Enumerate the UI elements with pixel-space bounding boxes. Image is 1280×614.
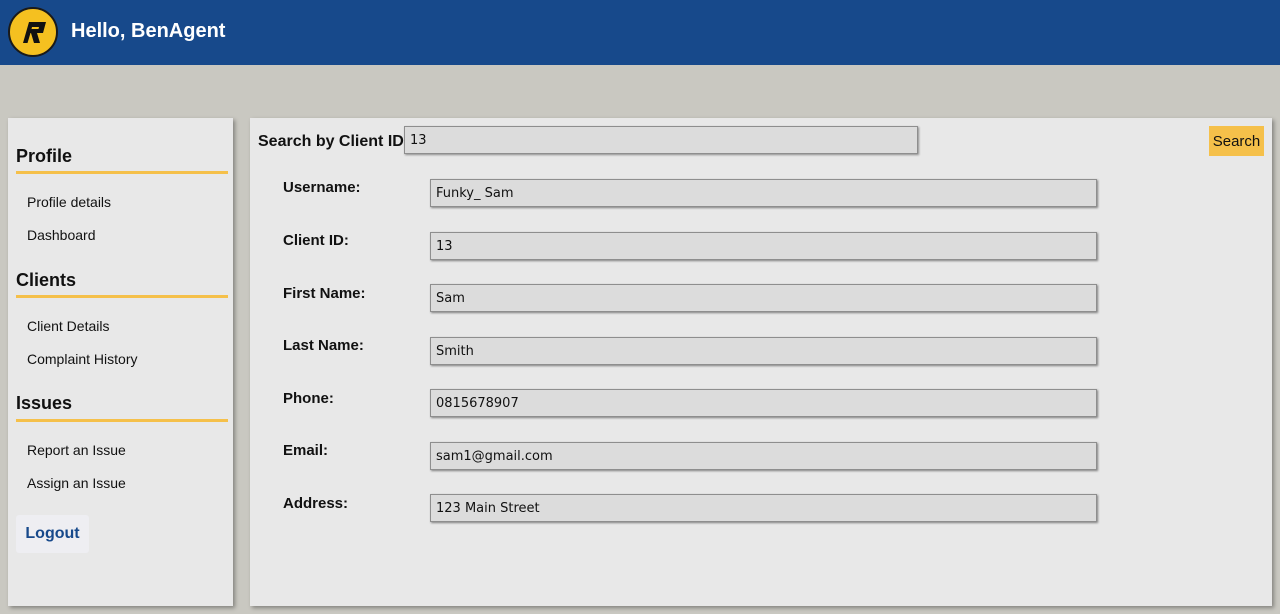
section-divider — [16, 171, 228, 174]
section-divider — [16, 419, 228, 422]
sidebar: Profile Profile details Dashboard Client… — [8, 118, 233, 606]
email-field[interactable] — [430, 442, 1097, 470]
first-name-label: First Name: — [283, 285, 366, 302]
sidebar-item-dashboard[interactable]: Dashboard — [27, 227, 96, 244]
address-label: Address: — [283, 495, 349, 512]
top-header: Hello, BenAgent — [0, 0, 1280, 65]
email-label: Email: — [283, 442, 329, 459]
address-field[interactable] — [430, 494, 1097, 522]
username-field[interactable] — [430, 179, 1097, 207]
sidebar-item-assign-issue[interactable]: Assign an Issue — [27, 475, 126, 492]
last-name-label: Last Name: — [283, 337, 364, 354]
greeting-text: Hello, BenAgent — [71, 20, 226, 42]
client-id-field[interactable] — [430, 232, 1097, 260]
search-button[interactable]: Search — [1209, 126, 1264, 156]
first-name-field[interactable] — [430, 284, 1097, 312]
sidebar-item-client-details[interactable]: Client Details — [27, 318, 109, 335]
phone-field[interactable] — [430, 389, 1097, 417]
section-divider — [16, 295, 228, 298]
client-id-label: Client ID: — [283, 232, 349, 249]
company-logo-icon[interactable] — [8, 7, 58, 57]
username-label: Username: — [283, 179, 361, 196]
phone-label: Phone: — [283, 390, 334, 407]
client-id-search-input[interactable] — [404, 126, 918, 154]
sidebar-item-profile-details[interactable]: Profile details — [27, 194, 111, 211]
client-details-panel: Search by Client ID: Search Username: Cl… — [250, 118, 1272, 606]
last-name-field[interactable] — [430, 337, 1097, 365]
sidebar-section-clients-title: Clients — [16, 270, 77, 290]
logout-button[interactable]: Logout — [16, 515, 89, 553]
sidebar-section-profile-title: Profile — [16, 146, 73, 166]
search-label: Search by Client ID: — [258, 133, 410, 150]
sidebar-item-report-issue[interactable]: Report an Issue — [27, 442, 126, 459]
sidebar-section-issues-title: Issues — [16, 393, 73, 413]
sidebar-item-complaint-history[interactable]: Complaint History — [27, 351, 137, 368]
